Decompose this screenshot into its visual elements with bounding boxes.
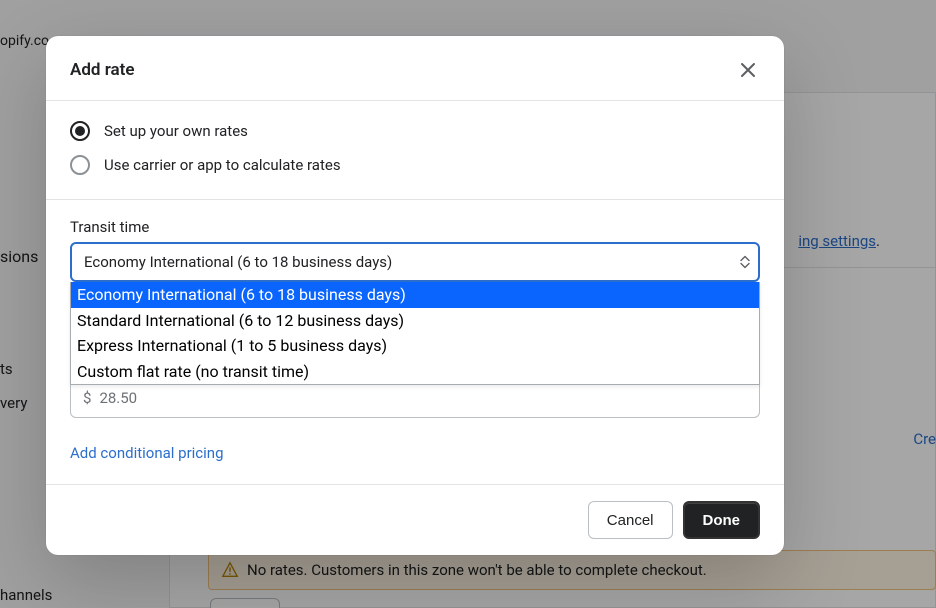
- radio-carrier-rates[interactable]: Use carrier or app to calculate rates: [70, 155, 760, 175]
- divider: [46, 199, 784, 200]
- rate-type-radio-group: Set up your own rates Use carrier or app…: [70, 121, 760, 199]
- cancel-button[interactable]: Cancel: [588, 501, 673, 539]
- dropdown-option[interactable]: Custom flat rate (no transit time): [71, 359, 759, 385]
- select-caret-icon: [740, 256, 750, 269]
- transit-time-dropdown: Economy International (6 to 18 business …: [70, 282, 760, 385]
- modal-title: Add rate: [70, 60, 135, 80]
- radio-own-rates[interactable]: Set up your own rates: [70, 121, 760, 141]
- radio-indicator: [70, 155, 90, 175]
- dropdown-option[interactable]: Standard International (6 to 12 business…: [71, 308, 759, 334]
- radio-label: Set up your own rates: [104, 122, 248, 140]
- radio-indicator: [70, 121, 90, 141]
- price-value: 28.50: [99, 389, 137, 407]
- transit-time-label: Transit time: [70, 218, 760, 236]
- dropdown-option[interactable]: Express International (1 to 5 business d…: [71, 333, 759, 359]
- close-icon: [738, 60, 758, 80]
- modal-footer: Cancel Done: [46, 484, 784, 555]
- select-value: Economy International (6 to 18 business …: [84, 253, 392, 271]
- radio-label: Use carrier or app to calculate rates: [104, 156, 341, 174]
- done-button[interactable]: Done: [683, 501, 761, 539]
- currency-symbol: $: [83, 389, 91, 407]
- modal-body: Set up your own rates Use carrier or app…: [46, 101, 784, 484]
- add-conditional-pricing-link[interactable]: Add conditional pricing: [70, 444, 224, 462]
- modal-header: Add rate: [46, 36, 784, 101]
- add-rate-modal: Add rate Set up your own rates Use carri…: [46, 36, 784, 555]
- close-button[interactable]: [736, 58, 760, 82]
- transit-time-select-wrap: Economy International (6 to 18 business …: [70, 242, 760, 282]
- dropdown-option[interactable]: Economy International (6 to 18 business …: [71, 282, 759, 308]
- transit-time-select[interactable]: Economy International (6 to 18 business …: [70, 242, 760, 282]
